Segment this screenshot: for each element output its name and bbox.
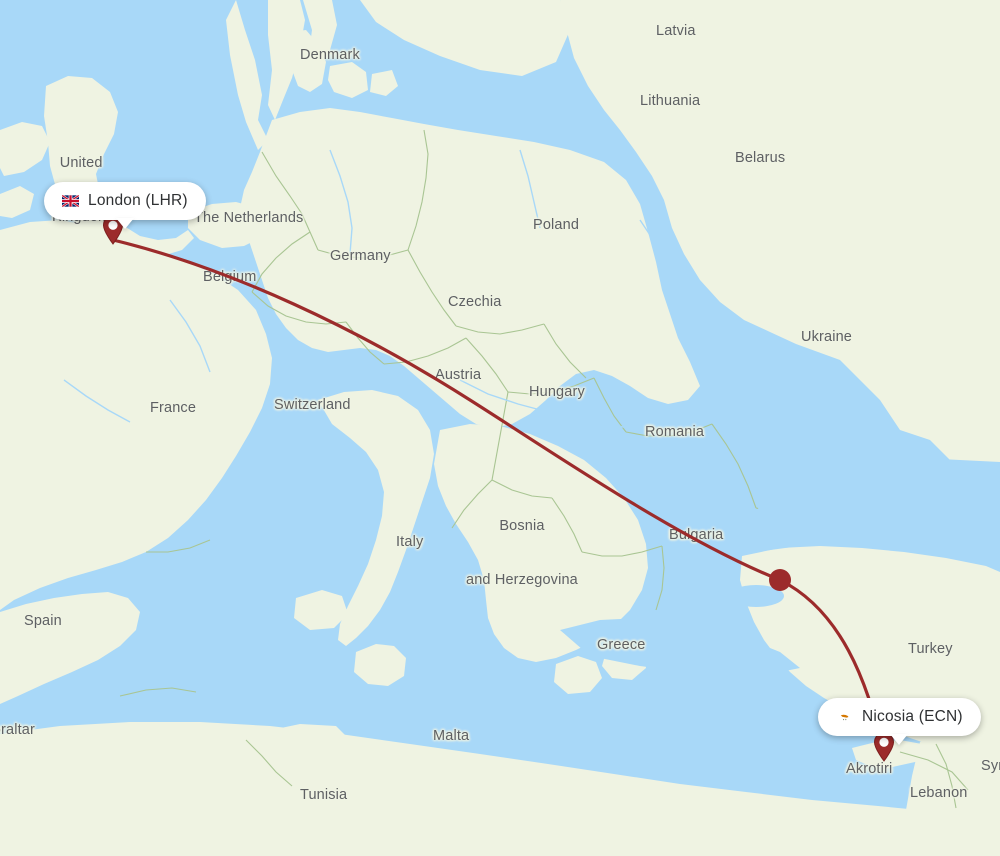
flight-route-map[interactable]: .land{fill:#eff3e2;} .land2{fill:#e9efd9…	[0, 0, 1000, 856]
airport-callout-london-lhr[interactable]: London (LHR)	[44, 182, 206, 229]
callout-tail	[890, 734, 909, 745]
airport-callout-nicosia-ecn[interactable]: Nicosia (ECN)	[818, 698, 981, 745]
cyprus-flag-icon	[836, 711, 853, 723]
flight-route-path	[111, 238, 886, 757]
airport-callout-label: London (LHR)	[88, 192, 188, 209]
callout-tail	[115, 218, 134, 229]
airport-callout-label: Nicosia (ECN)	[862, 708, 963, 725]
route-waypoint-marker[interactable]	[769, 569, 791, 591]
uk-flag-icon	[62, 195, 79, 207]
